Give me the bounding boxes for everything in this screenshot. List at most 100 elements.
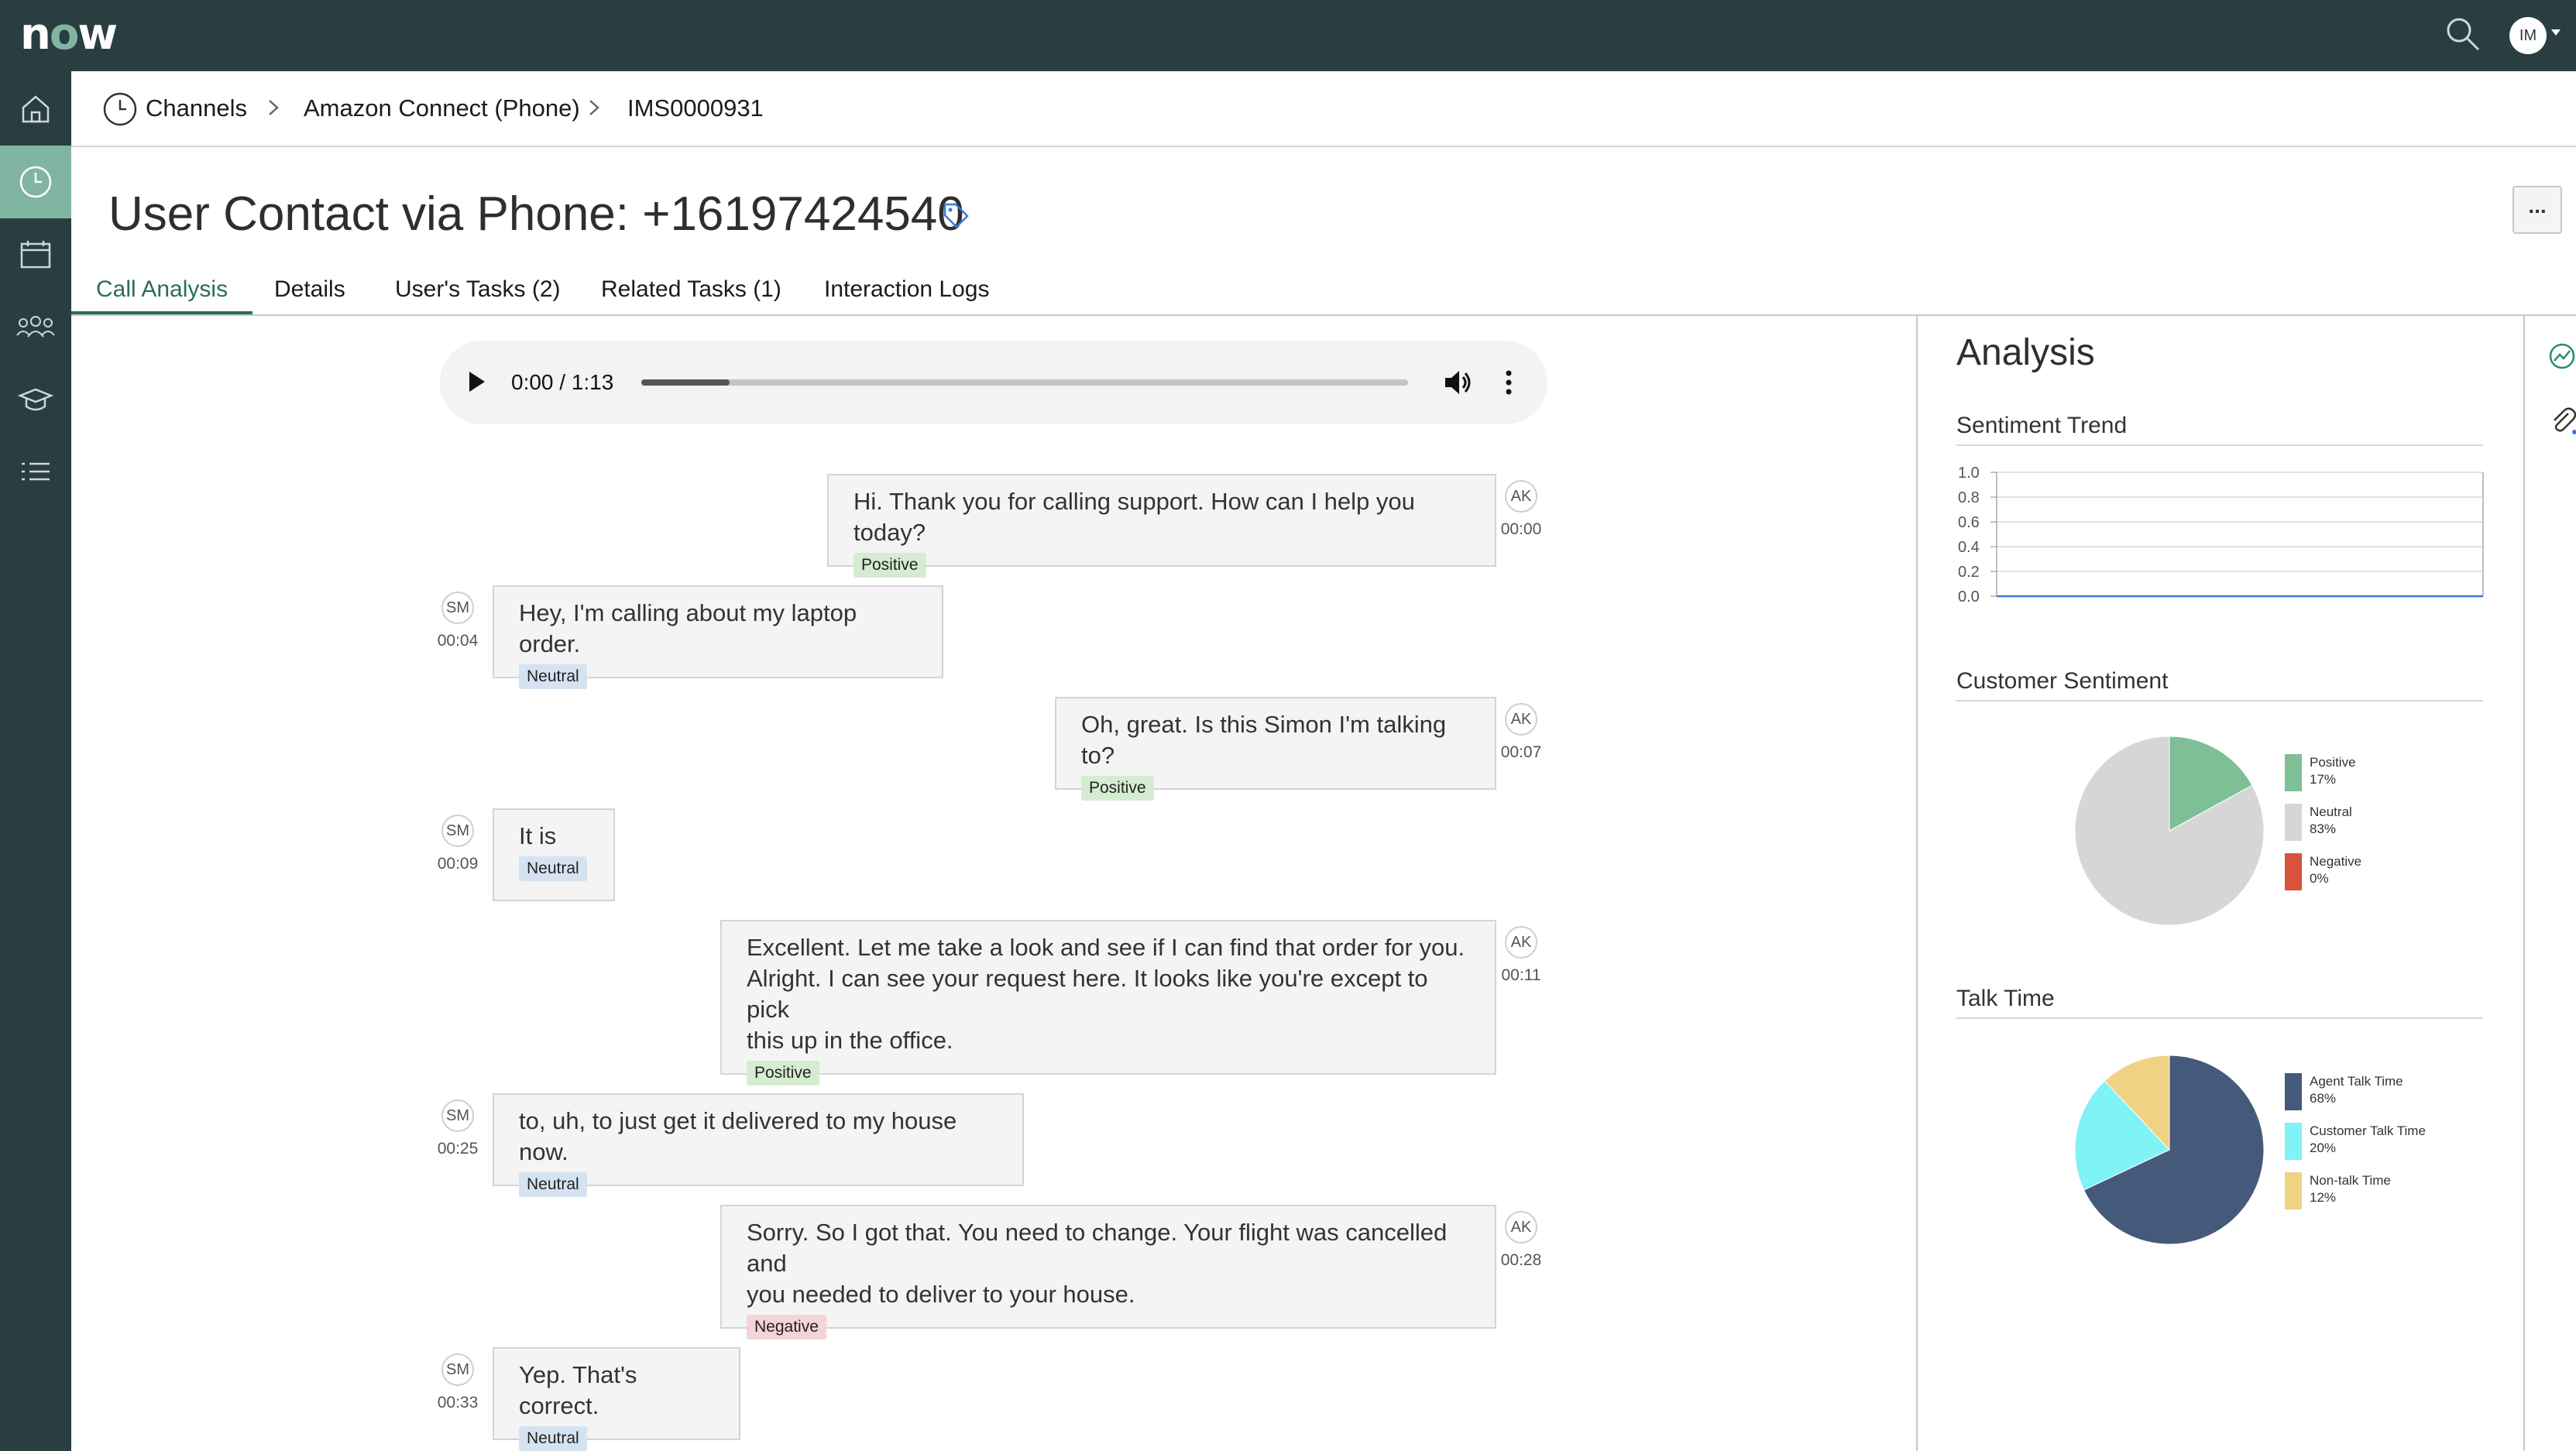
calendar-icon — [20, 241, 51, 269]
transcript-message: Excellent. Let me take a look and see if… — [720, 920, 1496, 1086]
transcript-message: Oh, great. Is this Simon I'm talking to?… — [1055, 697, 1496, 801]
transcript-message: It is Neutral — [493, 808, 615, 901]
nav-calendar[interactable] — [0, 218, 71, 291]
speaker-avatar: SM — [441, 1099, 474, 1132]
speaker-avatar: AK — [1505, 1211, 1537, 1243]
app-logo[interactable]: now — [20, 8, 118, 62]
legend-swatch — [2285, 804, 2302, 841]
speaker-avatar: AK — [1505, 703, 1537, 736]
users-icon — [16, 316, 55, 338]
message-text: to, uh, to just get it delivered to my h… — [519, 1107, 957, 1165]
message-text: Excellent. Let me take a look and see if… — [747, 934, 1465, 961]
tab-bar: Call Analysis Details User's Tasks (2) R… — [71, 263, 2576, 316]
tab-interaction-logs[interactable]: Interaction Logs — [824, 274, 989, 314]
play-icon[interactable] — [469, 372, 485, 392]
volume-icon[interactable] — [1442, 367, 1473, 398]
legend-item: Neutral 83% — [2285, 804, 2352, 841]
user-avatar[interactable]: IM — [2509, 17, 2547, 54]
legend-swatch — [2285, 1172, 2302, 1209]
nav-list[interactable] — [0, 437, 71, 509]
sentiment-badge: Positive — [1081, 776, 1154, 801]
y-tick-label: 1.0 — [1958, 465, 1980, 482]
tab-call-analysis[interactable]: Call Analysis — [71, 274, 253, 314]
search-icon[interactable] — [2443, 14, 2483, 54]
message-text: Hey, I'm calling about my laptop order. — [519, 599, 857, 657]
legend-item: Negative 0% — [2285, 853, 2361, 890]
breadcrumb-record-id[interactable]: IMS0000931 — [627, 93, 764, 124]
nav-learning[interactable] — [0, 364, 71, 437]
y-tick-label: 0.8 — [1958, 489, 1980, 506]
chevron-right-icon — [589, 100, 599, 115]
audio-player: 0:00 / 1:13 — [440, 341, 1547, 424]
message-text: you needed to deliver to your house. — [747, 1281, 1135, 1308]
speaker-avatar: SM — [441, 1353, 474, 1386]
tab-related-tasks[interactable]: Related Tasks (1) — [601, 274, 781, 314]
sentiment-badge: Neutral — [519, 856, 587, 881]
tab-users-tasks[interactable]: User's Tasks (2) — [395, 274, 561, 314]
more-actions-button[interactable]: ... — [2512, 186, 2562, 234]
chevron-down-icon[interactable] — [2551, 29, 2561, 36]
nav-home[interactable] — [0, 73, 71, 146]
attachment-icon[interactable] — [2547, 404, 2576, 435]
speaker-avatar: SM — [441, 815, 474, 847]
sentiment-badge: Negative — [747, 1315, 826, 1340]
audio-seek-buffer — [641, 379, 730, 386]
talk-time-title: Talk Time — [1956, 983, 2483, 1019]
list-icon — [22, 462, 50, 481]
panel-divider — [2523, 316, 2525, 1451]
legend-item: Positive 17% — [2285, 754, 2356, 791]
message-text: Oh, great. Is this Simon I'm talking to? — [1081, 711, 1447, 769]
message-text: It is — [519, 822, 557, 849]
customer-sentiment-pie — [2074, 736, 2265, 926]
legend-label: Non-talk Time 12% — [2310, 1173, 2391, 1205]
tab-details[interactable]: Details — [274, 274, 345, 314]
transcript-message: Sorry. So I got that. You need to change… — [720, 1205, 1496, 1340]
message-timestamp: 00:04 — [437, 632, 479, 650]
tag-icon[interactable] — [942, 201, 970, 229]
transcript-message: Hi. Thank you for calling support. How c… — [827, 474, 1496, 578]
audio-time: 0:00 / 1:13 — [511, 370, 614, 394]
legend-item: Agent Talk Time 68% — [2285, 1073, 2403, 1110]
legend-label: Negative 0% — [2310, 854, 2362, 886]
breadcrumb: Channels Amazon Connect (Phone) IMS00009… — [71, 71, 2576, 147]
y-tick-label: 0.4 — [1958, 539, 1980, 556]
message-timestamp: 00:11 — [1501, 966, 1541, 984]
customer-sentiment-title: Customer Sentiment — [1956, 666, 2483, 701]
transcript-message: to, uh, to just get it delivered to my h… — [493, 1093, 1024, 1197]
message-text: Alright. I can see your request here. It… — [747, 965, 1428, 1023]
side-nav — [0, 71, 71, 1451]
analysis-title: Analysis — [1956, 332, 2095, 373]
breadcrumb-channels[interactable]: Channels — [146, 93, 247, 124]
message-timestamp: 00:25 — [437, 1140, 479, 1158]
breadcrumb-amazon-connect[interactable]: Amazon Connect (Phone) — [304, 93, 580, 124]
transcript-message: Yep. That's correct. Neutral — [493, 1347, 740, 1451]
legend-label: Agent Talk Time 68% — [2310, 1074, 2403, 1106]
legend-swatch — [2285, 1073, 2302, 1110]
sentiment-trend-chart: 1.0 0.8 0.6 0.4 0.2 0.0 — [1958, 465, 2484, 605]
top-bar: now IM — [0, 0, 2576, 71]
message-timestamp: 00:28 — [1500, 1251, 1542, 1269]
talk-time-pie — [2074, 1055, 2265, 1245]
message-text: Sorry. So I got that. You need to change… — [747, 1219, 1448, 1277]
sentiment-badge: Positive — [854, 553, 926, 578]
legend-swatch — [2285, 853, 2302, 890]
clock-icon — [103, 92, 137, 126]
message-text: Yep. That's correct. — [519, 1361, 637, 1419]
message-timestamp: 00:07 — [1500, 743, 1542, 761]
message-text: Hi. Thank you for calling support. How c… — [854, 488, 1415, 546]
transcript-message: Hey, I'm calling about my laptop order. N… — [493, 585, 943, 689]
sentiment-badge: Neutral — [519, 664, 587, 689]
analytics-icon[interactable] — [2547, 341, 2576, 372]
legend-swatch — [2285, 754, 2302, 791]
legend-item: Non-talk Time 12% — [2285, 1172, 2391, 1209]
page-title: User Contact via Phone: +16197424540 — [108, 187, 964, 241]
home-icon — [22, 95, 50, 123]
sentiment-badge: Neutral — [519, 1426, 587, 1451]
nav-history[interactable] — [0, 146, 71, 218]
legend-label: Neutral 83% — [2310, 804, 2352, 836]
kebab-menu-icon[interactable] — [1504, 367, 1513, 398]
y-tick-label: 0.0 — [1958, 588, 1980, 605]
audio-seek-bar[interactable] — [641, 379, 1408, 386]
legend-item: Customer Talk Time 20% — [2285, 1123, 2426, 1160]
nav-groups[interactable] — [0, 291, 71, 364]
